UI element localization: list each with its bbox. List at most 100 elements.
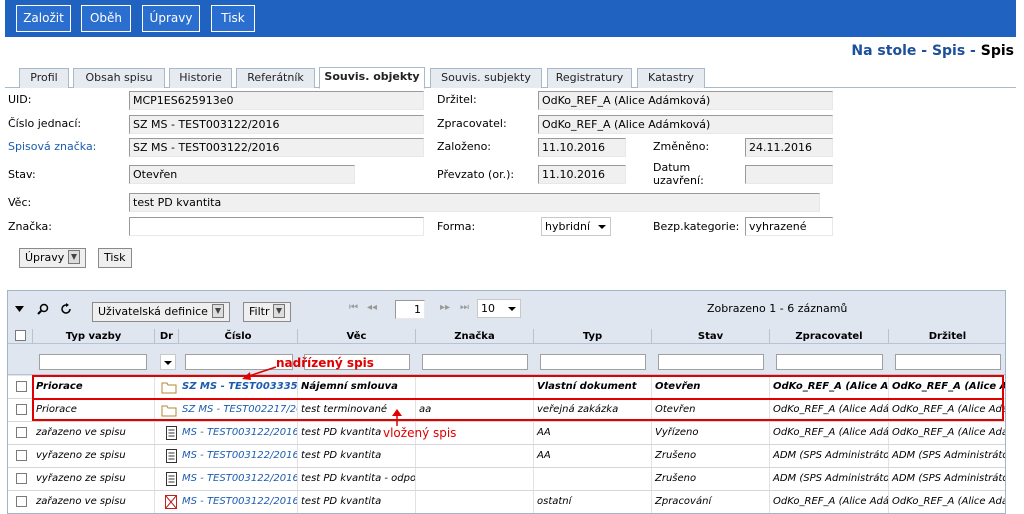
changed-field[interactable]: 24.11.2016	[745, 138, 833, 157]
table-row[interactable]: Priorace SZ MS - TEST002217/2016 test te…	[8, 399, 1005, 422]
caret-down-icon[interactable]	[15, 306, 24, 312]
breadcrumb-file[interactable]: Spis	[932, 43, 965, 59]
cell-mark	[416, 491, 534, 513]
print-button[interactable]: Tisk	[211, 5, 255, 32]
tab-profile[interactable]: Profil	[19, 68, 69, 88]
row-checkbox[interactable]	[16, 473, 27, 484]
first-page-icon[interactable]: ⏮	[349, 302, 358, 313]
tab-referatnik[interactable]: Referátník	[236, 68, 315, 88]
search-icon[interactable]	[37, 303, 49, 315]
cell-subject: test PD kvantita - odpověď	[298, 468, 416, 490]
cell-type: Vlastní dokument	[534, 376, 652, 398]
chevron-down-icon	[508, 307, 516, 311]
header-kind[interactable]: Dr	[155, 329, 179, 343]
page-number-input[interactable]: 1	[395, 300, 425, 319]
row-checkbox[interactable]	[16, 496, 27, 507]
document-icon	[166, 422, 179, 444]
tab-contents[interactable]: Obsah spisu	[73, 68, 165, 88]
tab-related-subjects[interactable]: Souvis. subjekty	[430, 68, 542, 88]
filter-type[interactable]	[540, 354, 646, 370]
filter-link-type[interactable]	[39, 354, 147, 370]
cell-number[interactable]: SZ MS - TEST003335/2016	[179, 376, 298, 398]
cell-subject: test PD kvantita	[298, 445, 416, 467]
file-mark-label[interactable]: Spisová značka:	[8, 140, 96, 153]
circulation-button[interactable]: Oběh	[81, 5, 131, 32]
holder-field[interactable]: OdKo_REF_A (Alice Adámková)	[538, 91, 833, 110]
mark-label: Značka:	[8, 220, 52, 233]
table-row[interactable]: zařazeno ve spisu MS - TEST003122/2016 t…	[8, 422, 1005, 445]
chevron-down-icon	[164, 361, 172, 365]
row-checkbox[interactable]	[16, 427, 27, 438]
header-mark[interactable]: Značka	[416, 329, 534, 343]
tab-related-objects[interactable]: Souvis. objekty	[319, 67, 425, 89]
dropdown-icon[interactable]	[211, 304, 224, 318]
table-row[interactable]: Priorace SZ MS - TEST003335/2016 Nájemní…	[8, 376, 1005, 399]
next-page-icon[interactable]: ▸▸	[440, 302, 450, 313]
subject-label: Věc:	[8, 196, 32, 209]
closing-date-field[interactable]	[745, 165, 833, 184]
cell-number[interactable]: MS - TEST003122/2016	[179, 445, 298, 467]
refresh-icon[interactable]	[60, 303, 72, 315]
cell-subject: test PD kvantita	[298, 491, 416, 513]
table-row[interactable]: zařazeno ve spisu MS - TEST003122/2016 t…	[8, 491, 1005, 513]
records-summary: Zobrazeno 1 - 6 záznamů	[707, 302, 848, 315]
ref-number-field[interactable]: SZ MS - TEST003122/2016	[129, 115, 424, 134]
uid-field[interactable]: MCP1ES625913e0	[129, 91, 424, 110]
table-row[interactable]: vyřazeno ze spisu MS - TEST003122/2016 t…	[8, 445, 1005, 468]
header-state[interactable]: Stav	[652, 329, 770, 343]
created-field[interactable]: 11.10.2016	[538, 138, 626, 157]
form-print-button[interactable]: Tisk	[98, 248, 132, 268]
cell-number[interactable]: SZ MS - TEST002217/2016	[179, 399, 298, 421]
filter-button[interactable]: Filtr	[243, 302, 292, 322]
select-all-checkbox[interactable]	[15, 330, 26, 341]
cell-type: veřejná zakázka	[534, 399, 652, 421]
create-button[interactable]: Založit	[16, 5, 71, 32]
cell-number[interactable]: MS - TEST003122/2016	[179, 468, 298, 490]
cell-state: Zrušeno	[652, 468, 770, 490]
header-holder[interactable]: Držitel	[889, 329, 1005, 343]
cell-number[interactable]: MS - TEST003122/2016	[179, 422, 298, 444]
table-row[interactable]: vyřazeno ze spisu MS - TEST003122/2016 t…	[8, 468, 1005, 491]
prev-page-icon[interactable]: ◂◂	[367, 302, 377, 313]
processor-field[interactable]: OdKo_REF_A (Alice Adámková)	[538, 115, 833, 134]
header-link-type[interactable]: Typ vazby	[33, 329, 155, 343]
subject-field[interactable]: test PD kvantita	[129, 193, 820, 212]
breadcrumb-desk[interactable]: Na stole	[851, 43, 916, 59]
header-type[interactable]: Typ	[534, 329, 652, 343]
file-mark-field[interactable]: SZ MS - TEST003122/2016	[129, 138, 424, 157]
tab-cadastres[interactable]: Katastry	[637, 68, 705, 88]
tab-registries[interactable]: Registratury	[547, 68, 632, 88]
last-page-icon[interactable]: ⏭	[460, 302, 469, 313]
row-checkbox[interactable]	[16, 381, 27, 392]
dropdown-icon[interactable]	[68, 250, 81, 264]
user-definition-button[interactable]: Uživatelská definice	[92, 302, 230, 322]
row-checkbox[interactable]	[16, 404, 27, 415]
breadcrumb-current: Spis	[980, 43, 1014, 59]
cell-number[interactable]: MS - TEST003122/2016	[179, 491, 298, 513]
security-category-field[interactable]: vyhrazené	[745, 217, 833, 236]
filter-state[interactable]	[658, 354, 764, 370]
page-size-select[interactable]: 10	[477, 299, 521, 318]
cell-processor: OdKo_REF_A (Alice Adámková)	[770, 422, 889, 444]
header-processor[interactable]: Zpracovatel	[770, 329, 889, 343]
header-subject[interactable]: Věc	[298, 329, 416, 343]
related-objects-grid: Uživatelská definice Filtr ⏮ ◂◂ 1 ▸▸ ⏭ 1…	[7, 290, 1006, 514]
filter-processor[interactable]	[776, 354, 883, 370]
tab-history[interactable]: Historie	[169, 68, 232, 88]
cell-state: Zrušeno	[652, 445, 770, 467]
cell-link-type: vyřazeno ze spisu	[33, 468, 155, 490]
filter-kind-select[interactable]	[160, 354, 176, 370]
state-field[interactable]: Otevřen	[129, 165, 355, 184]
mark-field[interactable]	[129, 217, 424, 236]
cell-type: AA	[534, 445, 652, 467]
form-edit-button[interactable]: Úpravy	[19, 248, 87, 268]
header-number[interactable]: Číslo	[179, 329, 298, 343]
filter-mark[interactable]	[422, 354, 528, 370]
form-type-select[interactable]: hybridní	[541, 217, 611, 236]
row-checkbox[interactable]	[16, 450, 27, 461]
cell-holder: ADM (SPS Administrátor)	[889, 468, 1005, 490]
filter-holder[interactable]	[895, 354, 1001, 370]
edit-button[interactable]: Úpravy	[142, 5, 200, 32]
taken-over-field[interactable]: 11.10.2016	[538, 165, 626, 184]
dropdown-icon[interactable]	[273, 304, 286, 318]
